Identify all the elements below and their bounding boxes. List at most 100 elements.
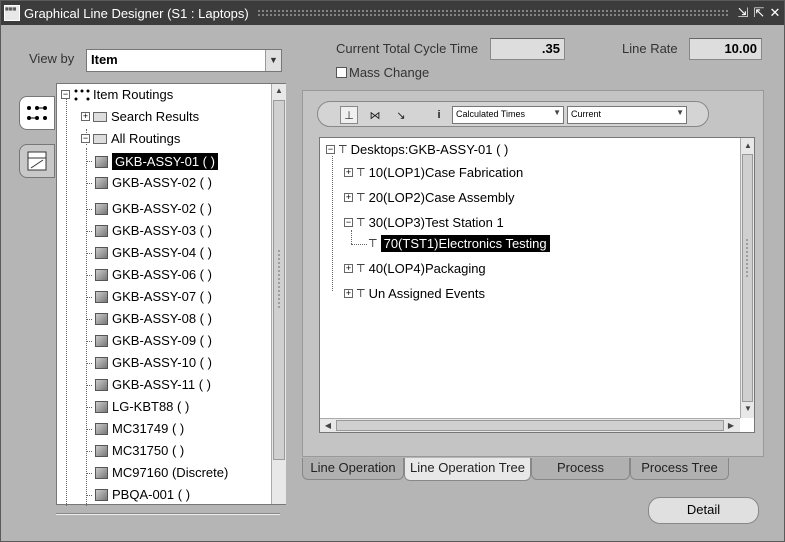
tab-process-tree[interactable]: Process Tree (630, 458, 729, 480)
scroll-grip (277, 249, 281, 309)
scroll-left-icon[interactable]: ◀ (321, 419, 335, 433)
right-tree-root[interactable]: − ⊤ Desktops:GKB-ASSY-01 ( ) (326, 142, 508, 157)
version-select-value: Current (571, 109, 602, 119)
operation-icon: ⊤ (356, 263, 366, 275)
routing-item-label: GKB-ASSY-02 ( ) (112, 175, 212, 190)
line-operation-label: 20(LOP2)Case Assembly (368, 190, 515, 205)
tree-guide (86, 451, 92, 452)
routing-item-label: GKB-ASSY-09 ( ) (112, 333, 212, 348)
chevron-down-icon[interactable]: ▼ (265, 50, 281, 71)
item-cube-icon (95, 290, 108, 303)
item-cube-icon (95, 224, 108, 237)
routing-item[interactable]: MC31749 ( ) (86, 421, 184, 436)
chevron-down-icon[interactable]: ▼ (553, 108, 561, 117)
routing-tree-icon (74, 89, 90, 100)
minimize-icon[interactable]: ⇲ (736, 5, 750, 21)
scroll-up-icon[interactable]: ▲ (272, 84, 286, 98)
tree-guide (86, 275, 92, 276)
routing-item[interactable]: GKB-ASSY-09 ( ) (86, 333, 212, 348)
item-routings-tree: − Item Routings + Search Results − All R… (56, 83, 286, 506)
line-operation-node[interactable]: + ⊤ Un Assigned Events (344, 286, 485, 301)
tree-guide (351, 230, 352, 244)
routing-item[interactable]: GKB-ASSY-07 ( ) (86, 289, 212, 304)
line-operation-node[interactable]: − ⊤ 30(LOP3)Test Station 1 (344, 215, 504, 230)
expand-icon[interactable]: + (344, 289, 353, 298)
routing-item[interactable]: PBQA-001 ( ) (86, 487, 190, 502)
times-select[interactable]: Calculated Times ▼ (452, 106, 564, 124)
scroll-thumb[interactable] (336, 420, 724, 431)
version-select[interactable]: Current ▼ (567, 106, 687, 124)
scroll-grip (745, 238, 749, 278)
scroll-down-icon[interactable]: ▼ (741, 402, 755, 416)
line-operation-node[interactable]: + ⊤ 20(LOP2)Case Assembly (344, 190, 515, 205)
routing-item[interactable]: GKB-ASSY-02 ( ) (86, 175, 212, 190)
expand-icon[interactable]: + (344, 193, 353, 202)
operation-icon: ⊤ (356, 167, 366, 179)
routing-item[interactable]: GKB-ASSY-03 ( ) (86, 223, 212, 238)
collapse-icon[interactable]: − (326, 145, 335, 154)
routing-item[interactable]: GKB-ASSY-11 ( ) (86, 377, 211, 392)
collapse-icon[interactable]: − (81, 134, 90, 143)
routing-item-label: LG-KBT88 ( ) (112, 399, 190, 414)
operation-icon: ⊤ (356, 192, 366, 204)
tree-guide (332, 156, 333, 291)
item-cube-icon (95, 246, 108, 259)
tree-guide (86, 231, 92, 232)
left-tree-scrollbar[interactable]: ▲ (271, 84, 286, 504)
tab-process[interactable]: Process (531, 458, 630, 480)
routing-item[interactable]: GKB-ASSY-08 ( ) (86, 311, 212, 326)
routing-item[interactable]: GKB-ASSY-06 ( ) (86, 267, 212, 282)
right-tree-vscroll[interactable]: ▲ ▼ (740, 138, 754, 418)
link-tree-icon[interactable]: ↘ (392, 106, 410, 124)
view-by-select[interactable]: Item ▼ (86, 49, 282, 72)
expand-icon[interactable]: + (344, 168, 353, 177)
tree-guide (86, 209, 92, 210)
tree-guide (86, 341, 92, 342)
all-routings-node[interactable]: − All Routings (81, 131, 180, 146)
horizontal-tree-icon[interactable]: ⋈ (366, 106, 384, 124)
routing-item[interactable]: MC97160 (Discrete) (86, 465, 229, 480)
routing-item-label: MC97160 (Discrete) (112, 465, 229, 480)
right-tree-hscroll[interactable]: ◀ ▶ (320, 418, 740, 432)
line-operation-tree-frame: ⊥ ⋈ ↘ i Calculated Times ▼ Current ▼ − ⊤… (302, 90, 764, 457)
maximize-icon[interactable]: ⇱ (752, 5, 766, 21)
tree-view-tab[interactable] (19, 96, 55, 130)
expand-icon[interactable]: + (81, 112, 90, 121)
graph-view-tab[interactable] (19, 144, 55, 178)
routing-item[interactable]: MC31750 ( ) (86, 443, 184, 458)
tab-line-operation[interactable]: Line Operation (302, 458, 404, 480)
line-rate-label: Line Rate (622, 41, 678, 56)
routing-item[interactable]: GKB-ASSY-10 ( ) (86, 355, 212, 370)
scroll-right-icon[interactable]: ▶ (724, 419, 738, 433)
search-results-node[interactable]: + Search Results (81, 109, 199, 124)
scroll-up-icon[interactable]: ▲ (741, 139, 755, 153)
item-cube-icon (95, 268, 108, 281)
tab-line-operation-tree[interactable]: Line Operation Tree (404, 458, 531, 481)
chevron-down-icon[interactable]: ▼ (676, 108, 684, 117)
vertical-tree-icon[interactable]: ⊥ (340, 106, 358, 124)
tree-root[interactable]: − Item Routings (61, 87, 173, 102)
scroll-thumb[interactable] (742, 154, 753, 402)
left-panel-separator (56, 513, 280, 515)
line-operation-node[interactable]: ⊤ 70(TST1)Electronics Testing (368, 235, 550, 252)
line-operation-node[interactable]: + ⊤ 40(LOP4)Packaging (344, 261, 486, 276)
routing-item[interactable]: GKB-ASSY-02 ( ) (86, 201, 212, 216)
operation-icon: ⊤ (356, 288, 366, 300)
routing-item[interactable]: GKB-ASSY-04 ( ) (86, 245, 212, 260)
collapse-icon[interactable]: − (61, 90, 70, 99)
tree-root-label: Item Routings (93, 87, 174, 102)
collapse-icon[interactable]: − (344, 218, 353, 227)
folder-open-icon (93, 133, 107, 144)
line-operation-node[interactable]: + ⊤ 10(LOP1)Case Fabrication (344, 165, 523, 180)
routing-item[interactable]: LG-KBT88 ( ) (86, 399, 190, 414)
detail-button[interactable]: Detail (648, 497, 759, 524)
tree-guide (86, 319, 92, 320)
lineop-icon: ⊤ (338, 144, 348, 156)
mass-change-checkbox[interactable] (336, 67, 347, 78)
close-icon[interactable]: ✕ (768, 5, 782, 21)
routing-item[interactable]: GKB-ASSY-01 ( ) (86, 153, 218, 170)
operation-icon: ⊤ (368, 238, 378, 250)
info-icon[interactable]: i (430, 106, 448, 124)
expand-icon[interactable]: + (344, 264, 353, 273)
line-operation-label: 70(TST1)Electronics Testing (380, 235, 550, 252)
